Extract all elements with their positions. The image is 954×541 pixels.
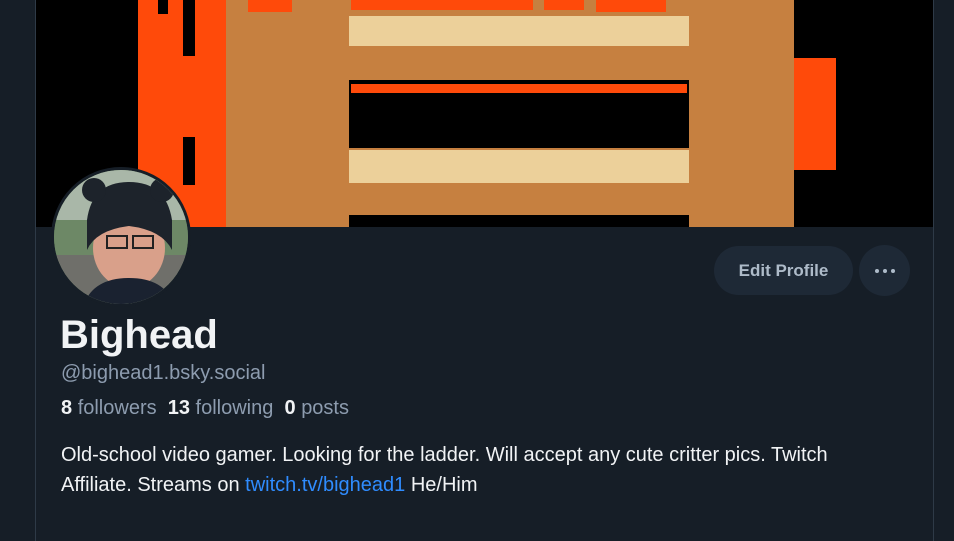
handle: @bighead1.bsky.social [61, 362, 266, 384]
avatar-photo [54, 170, 188, 304]
avatar[interactable] [51, 167, 191, 307]
bio-twitch-link[interactable]: twitch.tv/bighead1 [245, 474, 405, 496]
posts-label: posts [301, 397, 349, 419]
followers-link[interactable]: 8 followers [61, 397, 157, 419]
ellipsis-icon [874, 268, 879, 273]
followers-count: 8 [61, 397, 73, 419]
profile-bio: Old-school video gamer. Looking for the … [61, 440, 891, 500]
following-count: 13 [167, 397, 190, 419]
profile-stats: 8 followers 13 following 0 posts [61, 396, 349, 420]
posts-count: 0 [284, 397, 296, 419]
ellipsis-icon [890, 268, 895, 273]
posts-stat: 0 posts [285, 397, 350, 419]
more-options-button[interactable] [859, 245, 910, 296]
bio-pronouns: He/Him [410, 474, 478, 496]
following-link[interactable]: 13 following [168, 397, 274, 419]
edit-profile-button[interactable]: Edit Profile [714, 246, 853, 295]
ellipsis-icon [882, 268, 887, 273]
followers-label: followers [77, 397, 157, 419]
display-name: Bighead [60, 313, 218, 357]
right-divider [933, 0, 934, 541]
following-label: following [195, 397, 274, 419]
